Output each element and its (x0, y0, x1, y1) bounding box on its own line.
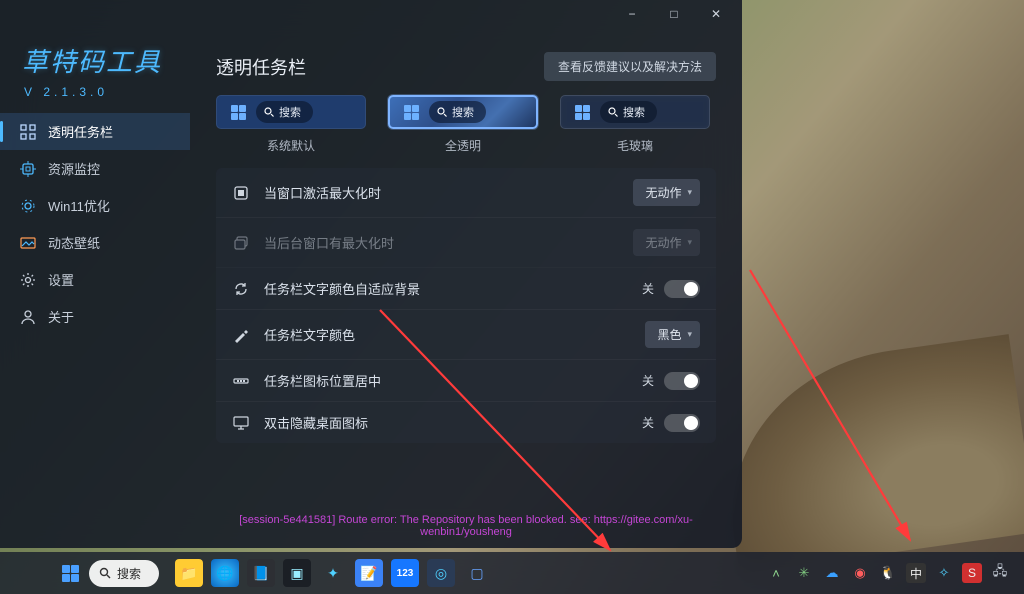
sidebar-item-settings[interactable]: 设置 (0, 261, 190, 298)
dropdown-window-maximize-active[interactable]: 无动作▾ (633, 179, 700, 206)
preview-search-pill: 搜索 (429, 101, 486, 123)
person-icon (20, 309, 36, 325)
tray-chevron-icon[interactable]: ˄ (766, 563, 786, 583)
preview-search-pill: 搜索 (600, 101, 657, 123)
taskbar-search[interactable]: 搜索 (89, 560, 159, 587)
desktop-icon (232, 415, 250, 431)
taskbar-app-notes[interactable]: 📝 (355, 559, 383, 587)
taskbar-app-edge[interactable]: 🌐 (211, 559, 239, 587)
settings-list: 当窗口激活最大化时 无动作▾ 当后台窗口有最大化时 无动作▾ 任务栏文字颜色自适… (216, 168, 716, 443)
gear-icon (20, 272, 36, 288)
error-message: [session-5e441581] Route error: The Repo… (216, 514, 716, 538)
sidebar-item-dynamic-wallpaper[interactable]: 动态壁纸 (0, 224, 190, 261)
tray-icon[interactable]: 🐧 (878, 563, 898, 583)
row-text-color-adaptive: 任务栏文字颜色自适应背景 关 (216, 268, 716, 310)
align-center-icon (232, 373, 250, 389)
app-version: V 2.1.3.0 (0, 81, 190, 113)
tray-network-icon[interactable]: 🖧 (990, 563, 1010, 583)
sparkle-icon (20, 198, 36, 214)
row-icon-center: 任务栏图标位置居中 关 (216, 360, 716, 402)
windows-logo-icon (231, 105, 246, 120)
sidebar-item-resource-monitor[interactable]: 资源监控 (0, 150, 190, 187)
window-back-icon (232, 235, 250, 251)
dropdown-background-window-maximize: 无动作▾ (633, 229, 700, 256)
color-pen-icon (232, 327, 250, 343)
preview-search-pill: 搜索 (256, 101, 313, 123)
taskbar-app-terminal[interactable]: ▣ (283, 559, 311, 587)
windows-taskbar: 搜索 📁 🌐 📘 ▣ ✦ 📝 123 ◎ ▢ ˄ ✳ ☁ ◉ 🐧 中 ✧ S 🖧 (0, 552, 1024, 594)
switch-state: 关 (642, 372, 654, 389)
taskbar-app-generic2[interactable]: ◎ (427, 559, 455, 587)
row-background-window-maximize: 当后台窗口有最大化时 无动作▾ (216, 218, 716, 268)
refresh-icon (232, 281, 250, 297)
row-label: 双击隐藏桌面图标 (264, 413, 628, 432)
windows-logo-icon (575, 105, 590, 120)
taskbar-app-this[interactable]: ▢ (463, 559, 491, 587)
chevron-down-icon: ▾ (687, 329, 692, 340)
sidebar: 草特码工具 V 2.1.3.0 透明任务栏 资源监控 Win11优化 (0, 28, 190, 548)
ime-sogou[interactable]: S (962, 563, 982, 583)
row-double-click-hide-icons: 双击隐藏桌面图标 关 (216, 402, 716, 443)
sidebar-item-about[interactable]: 关于 (0, 298, 190, 335)
preview-label: 系统默认 (267, 137, 315, 154)
chevron-down-icon: ▾ (687, 187, 692, 198)
preview-label: 全透明 (445, 137, 481, 154)
sidebar-item-win11-optimize[interactable]: Win11优化 (0, 187, 190, 224)
sidebar-item-label: 动态壁纸 (48, 233, 100, 252)
taskbar-app-generic1[interactable]: ✦ (319, 559, 347, 587)
app-window: − □ ✕ 草特码工具 V 2.1.3.0 透明任务栏 资源监控 (0, 0, 742, 548)
row-label: 任务栏图标位置居中 (264, 371, 628, 390)
tray-icon[interactable]: ✧ (934, 563, 954, 583)
page-title: 透明任务栏 (216, 54, 306, 80)
tray-icon[interactable]: ☁ (822, 563, 842, 583)
switch-state: 关 (642, 414, 654, 431)
sidebar-item-label: Win11优化 (48, 196, 110, 215)
titlebar: − □ ✕ (0, 0, 742, 28)
row-label: 任务栏文字颜色 (264, 325, 631, 344)
start-button[interactable] (62, 565, 79, 582)
window-maximize-icon (232, 185, 250, 201)
taskbar-app-123[interactable]: 123 (391, 559, 419, 587)
tray-icon[interactable]: ◉ (850, 563, 870, 583)
preview-transparent[interactable]: 搜索 (388, 95, 538, 129)
sidebar-item-label: 设置 (48, 270, 74, 289)
preview-default[interactable]: 搜索 (216, 95, 366, 129)
row-text-color: 任务栏文字颜色 黑色▾ (216, 310, 716, 360)
sidebar-item-transparent-taskbar[interactable]: 透明任务栏 (0, 113, 190, 150)
preview-label: 毛玻璃 (617, 137, 653, 154)
windows-logo-icon (404, 105, 419, 120)
toggle-text-color-adaptive[interactable] (664, 280, 700, 298)
chevron-down-icon: ▾ (687, 237, 692, 248)
dropdown-text-color[interactable]: 黑色▾ (645, 321, 700, 348)
taskbar-style-previews: 搜索 系统默认 搜索 全透明 (216, 95, 716, 154)
row-label: 当窗口激活最大化时 (264, 183, 619, 202)
taskbar-app-reader[interactable]: 📘 (247, 559, 275, 587)
toggle-hide-desktop-icons[interactable] (664, 414, 700, 432)
toggle-icon-center[interactable] (664, 372, 700, 390)
row-label: 当后台窗口有最大化时 (264, 233, 619, 252)
taskbar-app-explorer[interactable]: 📁 (175, 559, 203, 587)
sidebar-item-label: 资源监控 (48, 159, 100, 178)
row-window-maximize-active: 当窗口激活最大化时 无动作▾ (216, 168, 716, 218)
preview-glass[interactable]: 搜索 (560, 95, 710, 129)
sidebar-item-label: 透明任务栏 (48, 122, 113, 141)
ime-indicator[interactable]: 中 (906, 563, 926, 583)
main-panel: 透明任务栏 查看反馈建议以及解决方法 搜索 系统默认 (190, 28, 742, 548)
app-brand: 草特码工具 (0, 38, 190, 81)
system-tray: ˄ ✳ ☁ ◉ 🐧 中 ✧ S 🖧 (766, 563, 1024, 583)
grid-icon (20, 124, 36, 140)
search-icon (99, 567, 111, 579)
feedback-button[interactable]: 查看反馈建议以及解决方法 (544, 52, 716, 81)
maximize-button[interactable]: □ (654, 1, 694, 27)
image-icon (20, 235, 36, 251)
sidebar-item-label: 关于 (48, 307, 74, 326)
close-button[interactable]: ✕ (696, 1, 736, 27)
minimize-button[interactable]: − (612, 1, 652, 27)
switch-state: 关 (642, 280, 654, 297)
tray-icon[interactable]: ✳ (794, 563, 814, 583)
cpu-icon (20, 161, 36, 177)
row-label: 任务栏文字颜色自适应背景 (264, 279, 628, 298)
